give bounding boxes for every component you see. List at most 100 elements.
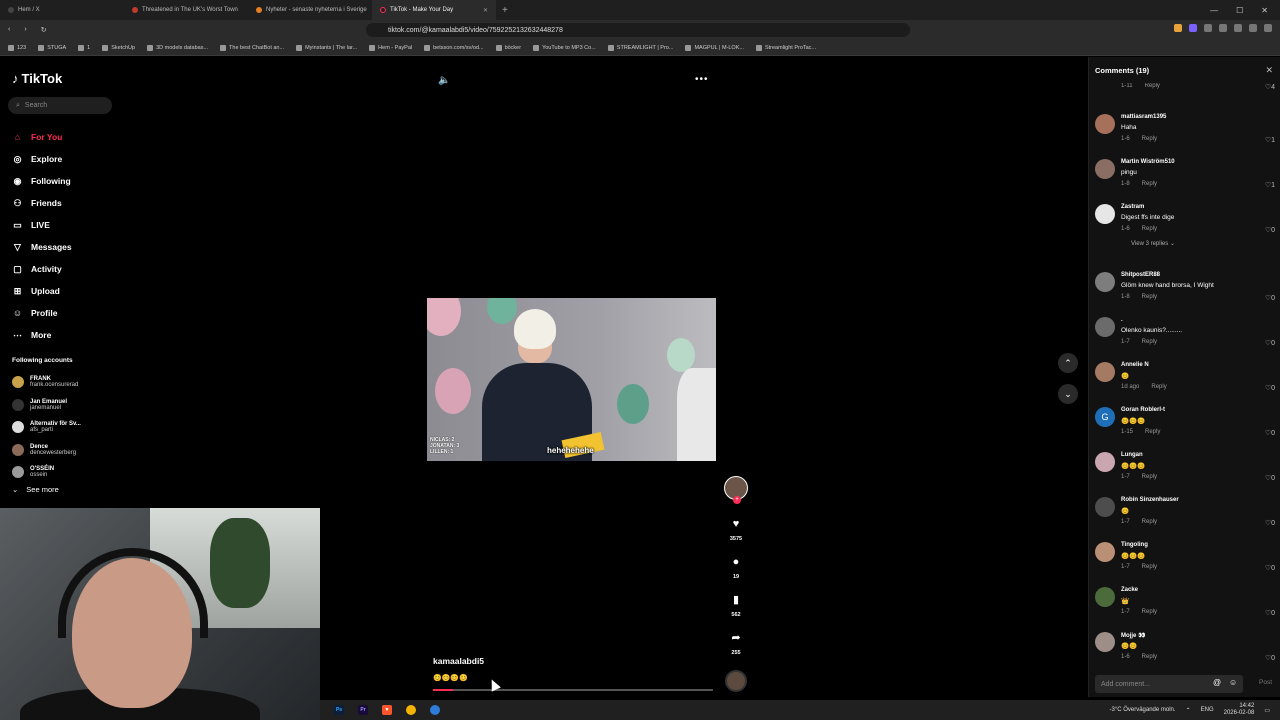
- music-disc[interactable]: [725, 670, 747, 692]
- avatar[interactable]: [1095, 452, 1115, 472]
- nav-more[interactable]: ⋯ More: [12, 324, 72, 346]
- clock[interactable]: 14:42 2026-02-08: [1224, 703, 1255, 717]
- share-button[interactable]: ➦ 255: [722, 632, 750, 656]
- reply-button[interactable]: Reply: [1142, 339, 1157, 345]
- comment-like[interactable]: ♡1: [1265, 136, 1275, 144]
- premiere-icon[interactable]: Pr: [358, 705, 368, 715]
- bookmark[interactable]: STREAMLIGHT | Pro...: [607, 44, 673, 51]
- avatar[interactable]: G: [1095, 407, 1115, 427]
- following-account[interactable]: Alternativ för Sv... afs_parti: [12, 416, 81, 439]
- photoshop-icon[interactable]: Ps: [334, 705, 344, 715]
- comment-like[interactable]: ♡0: [1265, 339, 1275, 347]
- bookmark[interactable]: böcker: [495, 44, 521, 51]
- language-indicator[interactable]: ENG: [1201, 707, 1214, 713]
- maximize-icon[interactable]: ☐: [1236, 6, 1243, 15]
- bookmark[interactable]: 1: [78, 44, 90, 51]
- nav-messages[interactable]: ▽ Messages: [12, 236, 72, 258]
- avatar[interactable]: [1095, 497, 1115, 517]
- view-replies-button[interactable]: View 3 replies ⌄: [1131, 240, 1175, 247]
- avatar[interactable]: [1095, 159, 1115, 179]
- nav-friends[interactable]: ⚇ Friends: [12, 192, 72, 214]
- avatar[interactable]: [1095, 542, 1115, 562]
- app-icon[interactable]: [430, 705, 440, 715]
- comment-like[interactable]: ♡0: [1265, 294, 1275, 302]
- video-progress-bar[interactable]: [433, 689, 713, 691]
- following-account[interactable]: O'SSÉIN ossein: [12, 461, 81, 484]
- comment-like[interactable]: ♡0: [1265, 609, 1275, 617]
- comment-like[interactable]: ♡4: [1265, 83, 1275, 91]
- comment-button[interactable]: ● 19: [722, 556, 750, 580]
- comment-like[interactable]: ♡0: [1265, 519, 1275, 527]
- avatar[interactable]: [1095, 272, 1115, 292]
- bookmark[interactable]: Myinstants | The lar...: [296, 44, 357, 51]
- reply-button[interactable]: Reply: [1142, 294, 1157, 300]
- avatar[interactable]: [1095, 587, 1115, 607]
- reply-button[interactable]: Reply: [1142, 564, 1157, 570]
- avatar[interactable]: [1095, 114, 1115, 134]
- reply-button[interactable]: Reply: [1142, 654, 1157, 660]
- forward-icon[interactable]: ›: [24, 26, 26, 34]
- chevron-up-icon[interactable]: ⌃: [1186, 707, 1191, 714]
- extension-icon[interactable]: [1189, 24, 1197, 32]
- extension-icon[interactable]: [1234, 24, 1242, 32]
- weather-widget[interactable]: -3°C Övervägande moln.: [1109, 707, 1175, 713]
- browser-tab[interactable]: Hem / X: [0, 0, 124, 20]
- chrome-icon[interactable]: [406, 705, 416, 715]
- search-input[interactable]: ⌕ Search: [8, 97, 112, 114]
- nav-for-you[interactable]: ⌂ For You: [12, 126, 72, 148]
- post-button[interactable]: Post: [1259, 679, 1272, 686]
- bookmark[interactable]: 3D models databas...: [147, 44, 208, 51]
- comment-like[interactable]: ♡0: [1265, 384, 1275, 392]
- bookmark[interactable]: 123: [8, 44, 26, 51]
- reply-button[interactable]: Reply: [1142, 474, 1157, 480]
- mention-icon[interactable]: @: [1213, 678, 1221, 687]
- reload-icon[interactable]: ↻: [41, 26, 47, 34]
- creator-avatar[interactable]: +: [724, 476, 748, 504]
- comment-like[interactable]: ♡1: [1265, 181, 1275, 189]
- bookmark[interactable]: The best ChatBot an...: [220, 44, 284, 51]
- extension-icon[interactable]: [1249, 24, 1257, 32]
- nav-activity[interactable]: ▢ Activity: [12, 258, 72, 280]
- nav-explore[interactable]: ◎ Explore: [12, 148, 72, 170]
- reply-button[interactable]: Reply: [1145, 429, 1160, 435]
- reply-button[interactable]: Reply: [1142, 136, 1157, 142]
- see-more-button[interactable]: ⌄ See more: [12, 485, 59, 494]
- close-icon[interactable]: ✕: [1265, 65, 1273, 76]
- url-field[interactable]: tiktok.com/@kamaalabdi5/video/7592252132…: [366, 23, 910, 37]
- close-tab-icon[interactable]: ✕: [483, 7, 488, 14]
- brave-icon[interactable]: ▼: [382, 705, 392, 715]
- following-account[interactable]: Jan Emanuel janemanuel: [12, 394, 81, 417]
- comment-like[interactable]: ♡0: [1265, 564, 1275, 572]
- bookmark[interactable]: YouTube to MP3 Co...: [533, 44, 596, 51]
- nav-live[interactable]: ▭ LIVE: [12, 214, 72, 236]
- tiktok-logo[interactable]: ♪ TikTok: [12, 71, 62, 86]
- browser-tab[interactable]: Threatened in The UK's Worst Town: [124, 0, 248, 20]
- notification-icon[interactable]: ▭: [1264, 707, 1270, 714]
- following-account[interactable]: FRANK frank.ocensurerad: [12, 371, 81, 394]
- save-button[interactable]: ▮ 562: [722, 594, 750, 618]
- volume-icon[interactable]: 🔈: [438, 75, 450, 86]
- video-frame[interactable]: NICLAS: 2 JONATAN: 3 LILLEN: 1 heheheheh…: [427, 298, 716, 461]
- comment-like[interactable]: ♡0: [1265, 226, 1275, 234]
- bookmark[interactable]: SketchUp: [102, 44, 135, 51]
- bookmark[interactable]: STUGA: [38, 44, 66, 51]
- browser-tab-active[interactable]: TikTok - Make Your Day ✕: [372, 0, 496, 20]
- reply-button[interactable]: Reply: [1142, 181, 1157, 187]
- bookmark[interactable]: Streamlight ProTac...: [755, 44, 816, 51]
- bookmark[interactable]: betsson.com/sv/od...: [424, 44, 484, 51]
- avatar[interactable]: [1095, 317, 1115, 337]
- previous-video-button[interactable]: ⌃: [1058, 353, 1078, 373]
- nav-following[interactable]: ◉ Following: [12, 170, 72, 192]
- more-options-icon[interactable]: •••: [695, 74, 709, 85]
- comment-like[interactable]: ♡0: [1265, 429, 1275, 437]
- emoji-icon[interactable]: ☺: [1229, 678, 1237, 687]
- video-author[interactable]: kamaalabdi5: [433, 656, 484, 666]
- avatar[interactable]: [1095, 204, 1115, 224]
- comment-like[interactable]: ♡0: [1265, 654, 1275, 662]
- following-account[interactable]: Dence dencewesterberg: [12, 439, 81, 462]
- reply-button[interactable]: Reply: [1142, 609, 1157, 615]
- minimize-icon[interactable]: —: [1210, 6, 1218, 15]
- comment-like[interactable]: ♡0: [1265, 474, 1275, 482]
- extension-icon[interactable]: [1204, 24, 1212, 32]
- new-tab-button[interactable]: +: [496, 5, 514, 16]
